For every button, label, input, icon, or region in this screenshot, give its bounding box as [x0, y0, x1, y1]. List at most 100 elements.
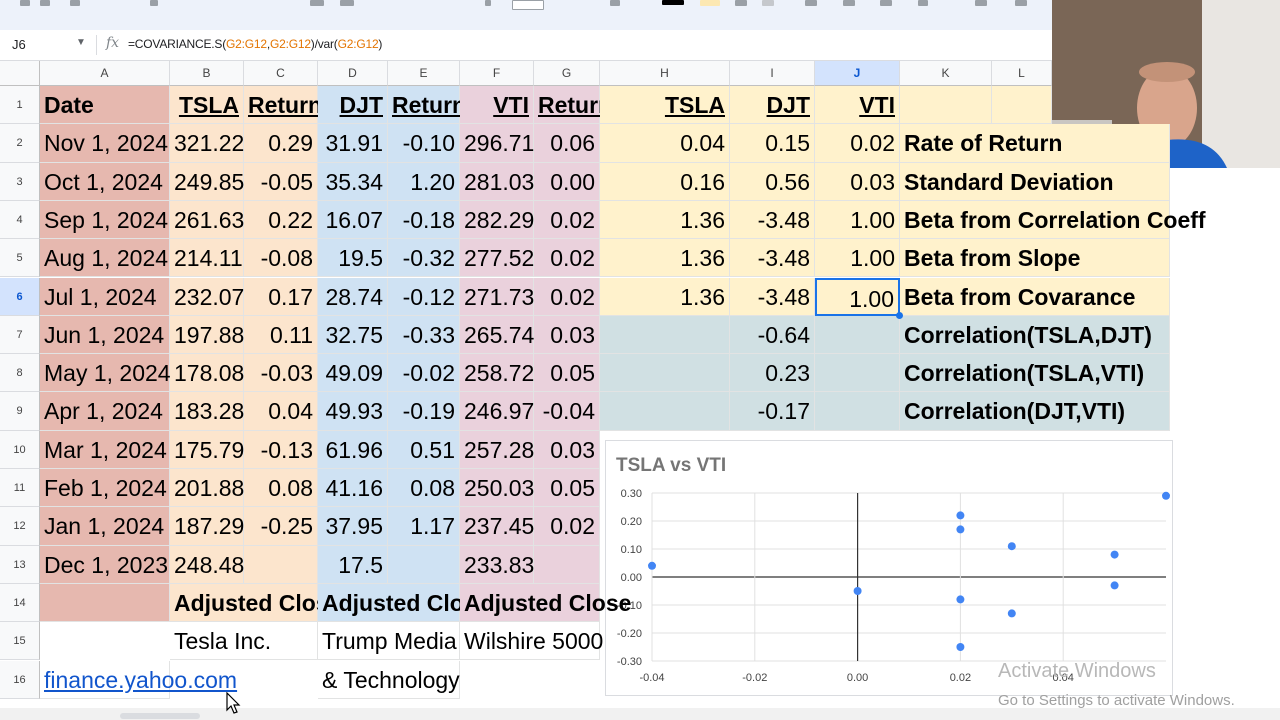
header-j-vti[interactable]: VTI [815, 86, 900, 125]
source-link[interactable]: finance.yahoo.com [40, 660, 237, 699]
row-header-4[interactable]: 4 [0, 200, 40, 240]
tsla-return-cell[interactable]: -0.08 [244, 239, 318, 278]
djt-price-cell[interactable]: 32.75 [318, 315, 388, 355]
cell-l1[interactable] [992, 86, 1052, 125]
cell-a14[interactable] [40, 583, 170, 623]
summary-djt-cell[interactable]: -3.48 [730, 239, 815, 278]
vti-return-cell[interactable]: -0.04 [534, 392, 600, 431]
summary-tsla-cell[interactable]: 0.04 [600, 124, 730, 163]
scatter-point[interactable] [956, 511, 965, 520]
column-header-g[interactable]: G [534, 61, 600, 86]
vti-index-name[interactable]: Wilshire 5000 [460, 622, 603, 661]
redo-icon[interactable] [40, 0, 50, 6]
djt-price-cell[interactable]: 16.07 [318, 200, 388, 240]
date-cell[interactable]: Jan 1, 2024 [40, 507, 170, 546]
summary-vti-cell[interactable]: 1.00 [815, 239, 900, 278]
header-tsla-return[interactable]: Return [244, 86, 322, 125]
correlation-value-cell[interactable]: 0.23 [730, 354, 815, 393]
row-header-6[interactable]: 6 [0, 277, 40, 316]
vti-return-cell[interactable]: 0.03 [534, 315, 600, 355]
vti-price-cell[interactable]: 258.72 [460, 354, 534, 393]
scatter-point[interactable] [1110, 550, 1119, 559]
correlation-value-cell[interactable]: -0.64 [730, 315, 815, 355]
summary-djt-cell[interactable]: -3.48 [730, 200, 815, 240]
summary-djt-cell[interactable]: -3.48 [730, 277, 815, 316]
tsla-return-cell[interactable]: -0.13 [244, 430, 318, 469]
row-header-8[interactable]: 8 [0, 354, 40, 393]
date-cell[interactable]: Mar 1, 2024 [40, 430, 170, 469]
vti-price-cell[interactable]: 271.73 [460, 277, 534, 316]
vti-return-cell[interactable] [534, 545, 600, 584]
vti-return-cell[interactable]: 0.02 [534, 239, 600, 278]
djt-return-cell[interactable]: 0.08 [388, 469, 460, 508]
scatter-point[interactable] [956, 525, 965, 534]
chevron-down-icon[interactable]: ▼ [76, 37, 86, 48]
vti-return-cell[interactable]: 0.02 [534, 200, 600, 240]
djt-price-cell[interactable]: 49.93 [318, 392, 388, 431]
vti-return-cell[interactable]: 0.03 [534, 430, 600, 469]
summary-tsla-cell[interactable]: 1.36 [600, 239, 730, 278]
row-header-7[interactable]: 7 [0, 315, 40, 355]
fill-handle[interactable] [896, 311, 903, 319]
column-header-k[interactable]: K [900, 61, 992, 86]
tsla-price-cell[interactable]: 248.48 [170, 545, 244, 584]
tsla-price-cell[interactable]: 197.88 [170, 315, 244, 355]
cell-k1[interactable] [900, 86, 992, 125]
tsla-price-cell[interactable]: 187.29 [170, 507, 244, 546]
tsla-price-cell[interactable]: 214.11 [170, 239, 244, 278]
fill-color-icon[interactable] [700, 0, 720, 6]
djt-return-cell[interactable] [388, 545, 460, 584]
djt-price-cell[interactable]: 31.91 [318, 124, 388, 163]
column-header-a[interactable]: A [40, 61, 170, 86]
name-box[interactable]: J6 [12, 37, 26, 52]
djt-return-cell[interactable]: 0.51 [388, 430, 460, 469]
tsla-price-cell[interactable]: 249.85 [170, 162, 244, 201]
summary-djt-cell[interactable]: 0.56 [730, 162, 815, 201]
row-header-12[interactable]: 12 [0, 507, 40, 546]
column-header-j[interactable]: J [815, 61, 900, 86]
date-cell[interactable]: May 1, 2024 [40, 354, 171, 393]
tsla-adjusted-close-note[interactable]: Adjusted Close [170, 583, 341, 623]
correlation-label[interactable]: Correlation(TSLA,VTI) [900, 354, 1170, 393]
tsla-return-cell[interactable]: 0.29 [244, 124, 318, 163]
bold-icon[interactable] [610, 0, 620, 6]
summary-tsla-cell[interactable]: 0.16 [600, 162, 730, 201]
vti-price-cell[interactable]: 237.45 [460, 507, 534, 546]
summary-label[interactable]: Beta from Correlation Coeff [900, 200, 1206, 240]
date-cell[interactable]: Jun 1, 2024 [40, 315, 170, 355]
djt-return-cell[interactable]: 1.17 [388, 507, 460, 546]
corr-blank-cell[interactable] [600, 354, 730, 393]
vti-price-cell[interactable]: 281.03 [460, 162, 534, 201]
tsla-return-cell[interactable]: 0.04 [244, 392, 318, 431]
date-cell[interactable]: Jul 1, 2024 [40, 277, 170, 316]
tsla-company-name[interactable]: Tesla Inc. [170, 622, 318, 661]
scatter-point[interactable] [956, 595, 965, 604]
tsla-price-cell[interactable]: 183.28 [170, 392, 244, 431]
correlation-label[interactable]: Correlation(TSLA,DJT) [900, 315, 1170, 355]
djt-return-cell[interactable]: -0.32 [388, 239, 460, 278]
tsla-return-cell[interactable]: 0.08 [244, 469, 318, 508]
undo-icon[interactable] [20, 0, 30, 6]
vti-return-cell[interactable]: 0.06 [534, 124, 600, 163]
djt-price-cell[interactable]: 35.34 [318, 162, 388, 201]
tsla-return-cell[interactable] [244, 545, 318, 584]
date-cell[interactable]: Feb 1, 2024 [40, 469, 170, 508]
row-header-10[interactable]: 10 [0, 430, 40, 469]
header-h-tsla[interactable]: TSLA [600, 86, 730, 125]
header-vti[interactable]: VTI [460, 86, 534, 125]
scatter-point[interactable] [1110, 581, 1119, 590]
tsla-price-cell[interactable]: 175.79 [170, 430, 244, 469]
scrollbar-thumb[interactable] [120, 713, 200, 719]
djt-return-cell[interactable]: -0.18 [388, 200, 460, 240]
header-i-djt[interactable]: DJT [730, 86, 815, 125]
vti-price-cell[interactable]: 282.29 [460, 200, 534, 240]
comment-icon[interactable] [1015, 0, 1027, 6]
djt-price-cell[interactable]: 61.96 [318, 430, 388, 469]
date-cell[interactable]: Oct 1, 2024 [40, 162, 170, 201]
valign-icon[interactable] [843, 0, 855, 6]
column-header-i[interactable]: I [730, 61, 815, 86]
djt-adjusted-close-note[interactable]: Adjusted Close [318, 583, 489, 623]
djt-price-cell[interactable]: 28.74 [318, 277, 388, 316]
text-color-icon[interactable] [662, 0, 684, 5]
column-header-e[interactable]: E [388, 61, 460, 86]
